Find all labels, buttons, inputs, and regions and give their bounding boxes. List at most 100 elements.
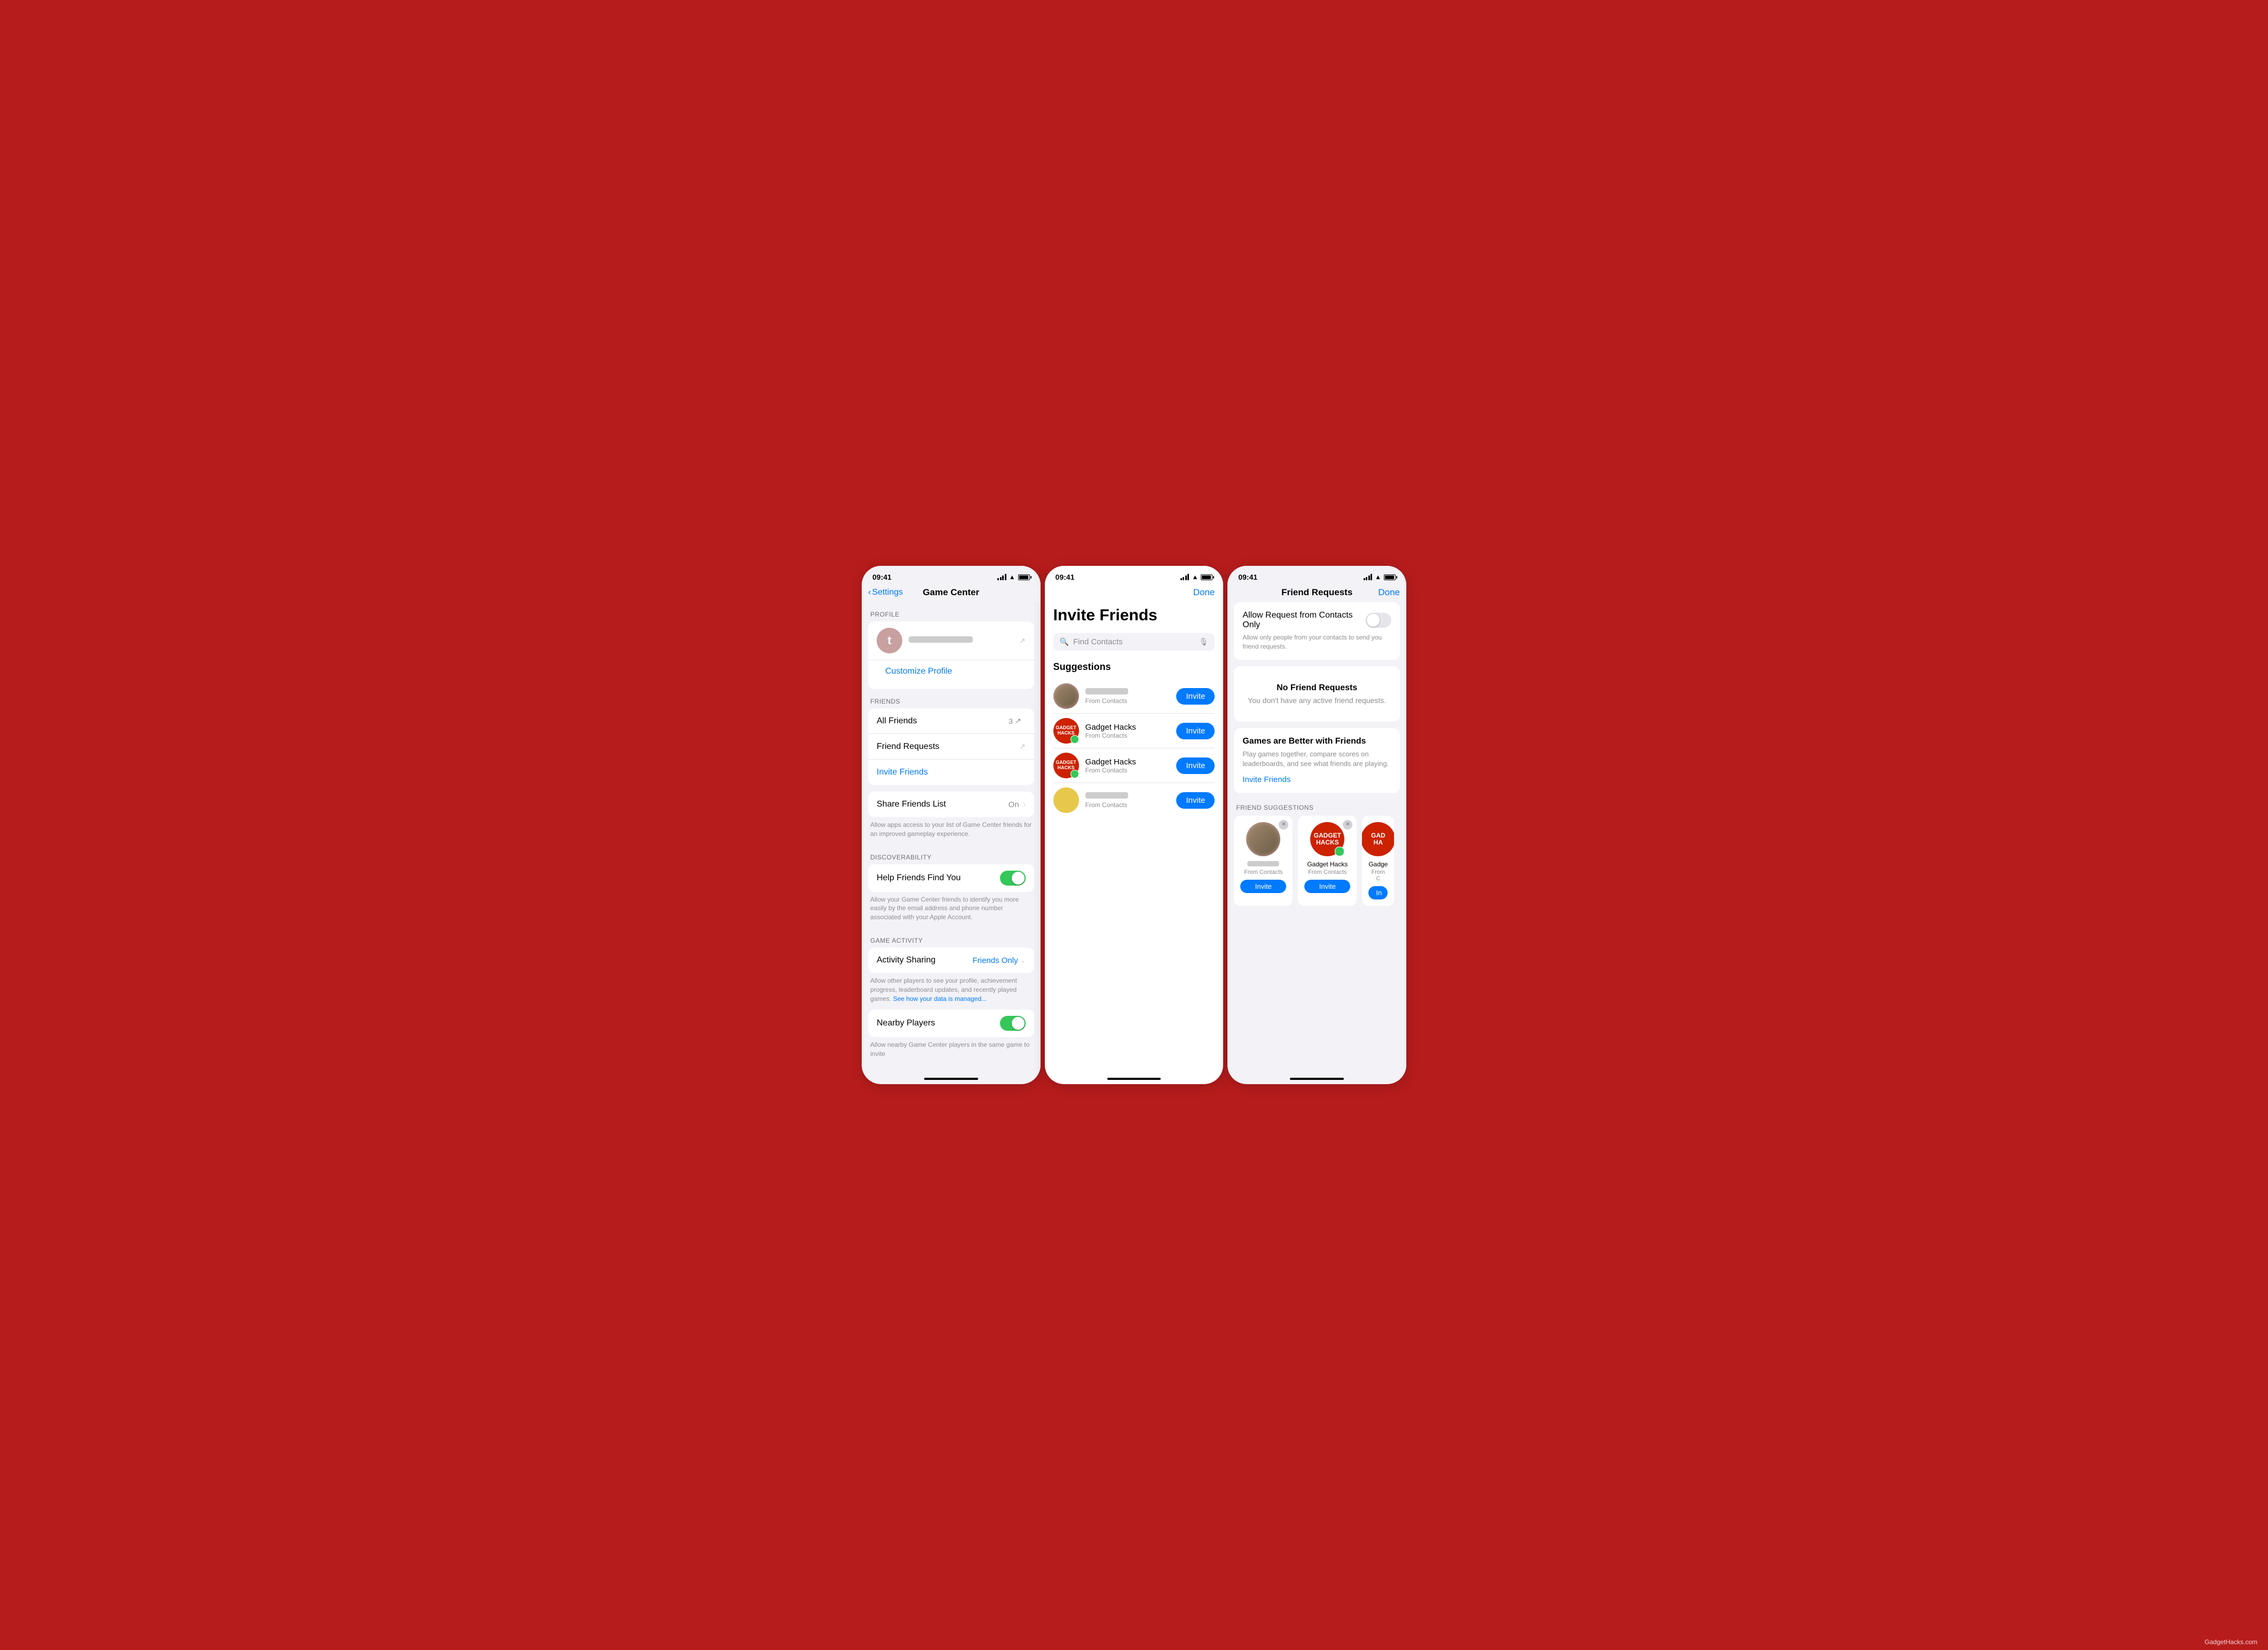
help-find-toggle[interactable] [1000, 871, 1026, 886]
invite-button-2[interactable]: Invite [1176, 723, 1215, 739]
friend-suggestions-label: FRIEND SUGGESTIONS [1234, 800, 1400, 816]
section-profile-label: PROFILE [862, 602, 1041, 621]
friend-sugg-invite-btn-2[interactable]: Invite [1304, 880, 1350, 893]
customize-profile-link[interactable]: Customize Profile [877, 660, 1026, 683]
friend-suggestion-card-2: ✕ GADGETHACKS Gadget Hacks From Contacts… [1298, 816, 1357, 906]
discoverability-card: Help Friends Find You [868, 864, 1034, 892]
share-helper-text: Allow apps access to your list of Game C… [862, 817, 1041, 845]
back-button[interactable]: ‹ Settings [868, 588, 903, 597]
close-button-2[interactable]: ✕ [1343, 820, 1352, 830]
close-button-1[interactable]: ✕ [1279, 820, 1288, 830]
friend-sugg-invite-btn-1[interactable]: Invite [1240, 880, 1286, 893]
suggestion-avatar-2: GADGETHACKS [1053, 718, 1079, 744]
activity-sharing-row[interactable]: Activity Sharing Friends Only ⌄ [868, 948, 1034, 973]
all-friends-row[interactable]: All Friends 3 ↗ [868, 708, 1034, 734]
share-friends-card: Share Friends List On › [868, 792, 1034, 817]
games-better-title: Games are Better with Friends [1242, 737, 1391, 746]
chevron-left-icon: ‹ [868, 588, 871, 597]
invite-button-3[interactable]: Invite [1176, 757, 1215, 774]
signal-icon-3 [1364, 574, 1373, 580]
games-better-sub: Play games together, compare scores on l… [1242, 749, 1391, 769]
gadget-logo-large-3: GADHA [1371, 832, 1385, 846]
friend-sugg-name-3: Gadge [1368, 860, 1388, 868]
allow-request-card: Allow Request from Contacts Only Allow o… [1234, 602, 1400, 660]
allow-request-toggle[interactable] [1366, 613, 1391, 628]
wifi-icon-3: ▲ [1375, 573, 1381, 581]
friend-suggestions-scroll: ✕ From Contacts Invite ✕ GADGETHACKS [1234, 816, 1400, 908]
activity-value: Friends Only [973, 956, 1018, 965]
activity-chevron-icon: ⌄ [1020, 957, 1026, 964]
section-friends-label: FRIENDS [862, 689, 1041, 708]
invite-button-1[interactable]: Invite [1176, 688, 1215, 705]
invite-button-4[interactable]: Invite [1176, 792, 1215, 809]
battery-icon-2 [1201, 574, 1212, 580]
page-title-1: Game Center [923, 587, 979, 598]
blur-avatar-1 [1053, 683, 1079, 709]
blur-avatar-large-1 [1246, 822, 1280, 856]
suggestion-sub-1: From Contacts [1085, 697, 1177, 705]
signal-icon-2 [1180, 574, 1190, 580]
games-better-card: Games are Better with Friends Play games… [1234, 728, 1400, 793]
invite-friends-link[interactable]: Invite Friends [877, 768, 928, 777]
friend-requests-row[interactable]: Friend Requests ↗ [868, 734, 1034, 760]
friend-requests-label: Friend Requests [877, 742, 1019, 752]
invite-friends-link-3[interactable]: Invite Friends [1242, 775, 1290, 784]
friend-sugg-invite-btn-3[interactable]: In [1368, 886, 1388, 899]
screen-game-center: 09:41 ▲ ‹ Settings Game Center PROFILE [862, 566, 1041, 1084]
activity-sharing-right: Friends Only ⌄ [973, 956, 1026, 965]
suggestion-info-1: From Contacts [1085, 688, 1177, 705]
share-friends-label: Share Friends List [877, 800, 1009, 809]
section-discoverability-label: DISCOVERABILITY [862, 845, 1041, 864]
friend-sugg-sub-3: From C [1368, 869, 1388, 882]
suggestion-name-blur-4 [1085, 792, 1128, 799]
time-3: 09:41 [1238, 573, 1257, 581]
no-requests-sub: You don't have any active friend request… [1242, 696, 1391, 705]
gadget-logo-large-2: GADGETHACKS [1314, 832, 1341, 846]
battery-icon-3 [1384, 574, 1396, 580]
suggestion-info-4: From Contacts [1085, 792, 1177, 809]
friend-sugg-avatar-2: GADGETHACKS [1310, 822, 1344, 856]
suggestion-avatar-3: GADGETHACKS [1053, 753, 1079, 778]
done-button-2[interactable]: Done [1193, 587, 1215, 598]
profile-info [909, 636, 1019, 645]
allow-request-helper: Allow only people from your contacts to … [1242, 633, 1391, 651]
wifi-icon-2: ▲ [1192, 573, 1198, 581]
done-button-3[interactable]: Done [1378, 587, 1400, 598]
activity-helper: Allow other players to see your profile,… [862, 973, 1041, 1009]
status-icons-3: ▲ [1364, 573, 1396, 581]
allow-request-row: Allow Request from Contacts Only [1242, 611, 1391, 630]
profile-row[interactable]: t ↗ [868, 621, 1034, 660]
settings-content: PROFILE t ↗ Customize Profile FRIENDS [862, 602, 1041, 1073]
profile-arrow-icon: ↗ [1019, 636, 1026, 645]
friend-suggestion-card-3: GADHA Gadge From C In [1362, 816, 1394, 906]
suggestion-item: GADGETHACKS Gadget Hacks From Contacts I… [1053, 748, 1215, 783]
no-requests-card: No Friend Requests You don't have any ac… [1234, 666, 1400, 722]
friend-sugg-name-2: Gadget Hacks [1307, 860, 1348, 868]
friend-sugg-sub-1: From Contacts [1244, 869, 1282, 875]
app-container: 09:41 ▲ ‹ Settings Game Center PROFILE [851, 557, 1417, 1093]
friend-requests-arrow: ↗ [1019, 742, 1026, 751]
page-title-3: Friend Requests [1281, 587, 1352, 598]
suggestion-item: From Contacts Invite [1053, 783, 1215, 817]
all-friends-count: 3 [1009, 717, 1013, 725]
signal-icon [997, 574, 1006, 580]
activity-link[interactable]: See how your data is managed... [893, 995, 987, 1002]
invite-friends-row[interactable]: Invite Friends [868, 760, 1034, 785]
friend-requests-content: Allow Request from Contacts Only Allow o… [1227, 602, 1406, 1073]
suggestion-sub-4: From Contacts [1085, 801, 1177, 809]
share-chevron-icon: › [1023, 801, 1026, 808]
nearby-players-row[interactable]: Nearby Players [868, 1009, 1034, 1037]
suggestion-info-3: Gadget Hacks From Contacts [1085, 757, 1177, 774]
invite-friends-content: Invite Friends 🔍 Find Contacts 🎙 Suggest… [1045, 602, 1224, 1073]
help-find-row[interactable]: Help Friends Find You [868, 864, 1034, 892]
share-friends-row[interactable]: Share Friends List On › [868, 792, 1034, 817]
nearby-toggle[interactable] [1000, 1016, 1026, 1031]
search-bar[interactable]: 🔍 Find Contacts 🎙 [1053, 633, 1215, 651]
suggestion-name-blur-1 [1085, 688, 1128, 694]
suggestion-sub-2: From Contacts [1085, 732, 1177, 739]
status-bar-2: 09:41 ▲ [1045, 566, 1224, 585]
friend-sugg-avatar-3: GADHA [1362, 822, 1394, 856]
share-friends-right: On › [1009, 800, 1026, 809]
message-badge-2 [1070, 735, 1079, 744]
profile-name-blur [909, 636, 973, 643]
